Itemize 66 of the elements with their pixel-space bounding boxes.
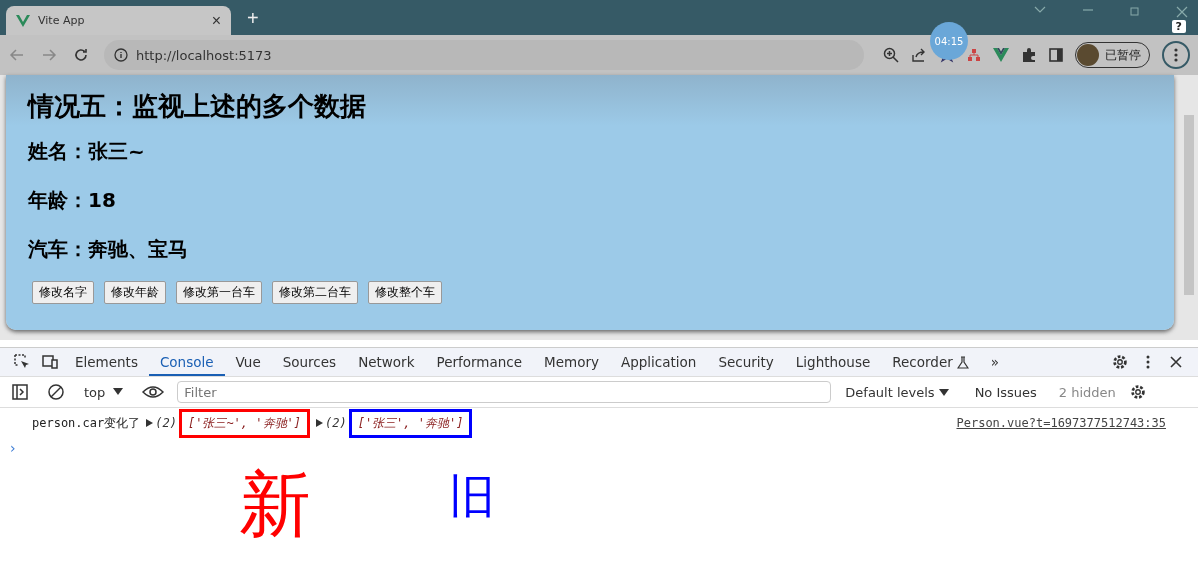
flask-icon (956, 355, 969, 369)
info-line: 姓名：张三~ (28, 138, 146, 165)
v-logo-icon[interactable] (993, 48, 1009, 62)
source-link[interactable]: Person.vue?t=1697377512743:35 (956, 416, 1166, 430)
info-icon (114, 48, 128, 62)
zoom-icon[interactable] (883, 47, 899, 63)
chevron-down-icon[interactable] (1034, 6, 1046, 14)
scrollbar[interactable] (1184, 115, 1194, 295)
devtools-tab[interactable]: Application (609, 348, 708, 376)
clear-icon[interactable] (47, 383, 65, 401)
handwritten-note: 旧 (448, 468, 496, 525)
avatar (1077, 44, 1099, 66)
page-button[interactable]: 修改第二台车 (272, 281, 358, 304)
devtools-tab[interactable]: Vue (224, 348, 272, 376)
network-icon[interactable] (967, 48, 981, 62)
expand-arrow-icon[interactable] (315, 419, 323, 427)
console-settings-icon[interactable] (1128, 383, 1147, 401)
array-length: (2) (155, 416, 177, 430)
hidden-count: 2 hidden (1058, 384, 1116, 400)
profile-button[interactable]: 已暂停 (1075, 42, 1150, 68)
reload-icon[interactable] (72, 46, 90, 64)
menu-icon (1174, 48, 1178, 62)
v-logo-icon (16, 14, 30, 27)
array-value[interactable]: ['张三', '奔驰'] (348, 408, 473, 438)
devtools-tab[interactable]: Performance (425, 348, 534, 376)
page-heading: 情况五：监视上述的多个数据 (28, 90, 367, 123)
log-message: person.car变化了 (32, 414, 141, 432)
sidebar-icon[interactable] (11, 383, 29, 401)
share-icon[interactable] (911, 47, 927, 63)
menu-button[interactable] (1162, 41, 1190, 69)
context-dropdown[interactable]: top (78, 383, 130, 401)
settings-icon[interactable] (1111, 353, 1129, 371)
array-value[interactable]: ['张三~', '奔驰'] (178, 408, 310, 438)
page-button[interactable]: 修改第一台车 (176, 281, 262, 304)
side-panel-icon[interactable] (1049, 48, 1063, 62)
page-button[interactable]: 修改整个车 (368, 281, 442, 304)
filter-field[interactable]: Filter (177, 381, 832, 403)
issues-label[interactable]: No Issues (974, 384, 1037, 400)
close-tab-button[interactable]: × (211, 11, 221, 30)
page-button[interactable]: 修改年龄 (104, 281, 166, 304)
devtools-tab[interactable]: Network (347, 348, 426, 376)
eye-icon[interactable] (142, 383, 165, 401)
browser-tab[interactable]: Vite App × (6, 6, 231, 35)
handwritten-note: 新 (238, 461, 312, 548)
new-tab-button[interactable]: + (241, 6, 265, 31)
expand-arrow-icon[interactable] (146, 419, 154, 427)
address-bar[interactable]: http://localhost:5173 (104, 40, 864, 70)
url-text: http://localhost:5173 (136, 47, 272, 63)
devtools-tab[interactable]: Security (707, 348, 785, 376)
devtools-tab[interactable]: Recorder (881, 348, 980, 376)
device-icon[interactable] (41, 353, 59, 371)
array-length: (2) (324, 416, 347, 430)
puzzle-icon[interactable] (1021, 47, 1037, 63)
caret-icon (113, 388, 124, 396)
devtools-tab[interactable]: Lighthouse (784, 348, 882, 376)
devtools-tab[interactable]: Console (148, 348, 225, 376)
info-line: 汽车：奔驰、宝马 (28, 236, 189, 263)
info-line: 年龄：18 (28, 187, 117, 214)
devtools-tab[interactable]: Elements (64, 348, 149, 376)
levels-dropdown[interactable]: Default levels (839, 383, 955, 401)
devtools-tab[interactable]: Sources (271, 348, 348, 376)
page-button[interactable]: 修改名字 (32, 281, 94, 304)
tab-title: Vite App (38, 14, 86, 27)
devtools-tab[interactable]: Memory (533, 348, 610, 376)
more-tabs-button[interactable]: » (979, 348, 1010, 376)
console-prompt[interactable]: › (0, 440, 16, 456)
